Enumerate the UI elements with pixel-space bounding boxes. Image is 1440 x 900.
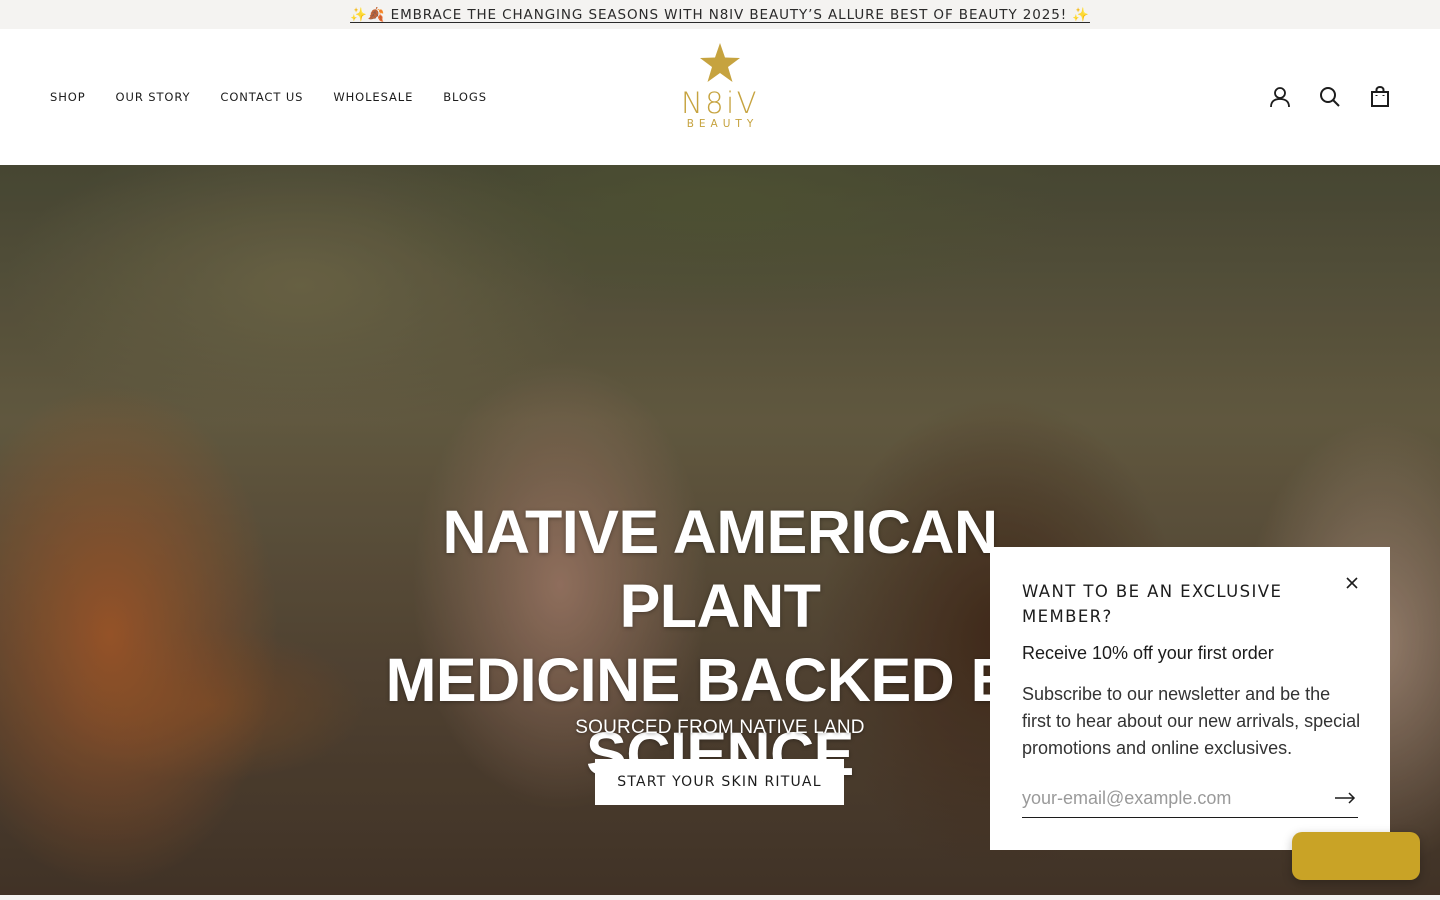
hero-headline-line: MEDICINE BACKED BY (385, 646, 1055, 714)
hero-headline-line: NATIVE AMERICAN PLANT (442, 498, 998, 640)
popup-title: WANT TO BE AN EXCLUSIVE MEMBER? (1022, 582, 1283, 626)
popup-description: Subscribe to our newsletter and be the f… (1022, 684, 1361, 758)
header-actions (1268, 29, 1392, 165)
cart-icon[interactable] (1368, 85, 1392, 109)
site-logo[interactable]: N8iV BEAUTY (670, 43, 770, 153)
newsletter-form (1022, 779, 1358, 818)
start-skin-ritual-button[interactable]: START YOUR SKIN RITUAL (595, 759, 844, 805)
popup-offer: Receive 10% off your first order (1022, 643, 1274, 663)
nav-item-our-story[interactable]: OUR STORY (116, 90, 191, 104)
nav-item-blogs[interactable]: BLOGS (443, 90, 487, 104)
nav-item-wholesale[interactable]: WHOLESALE (333, 90, 413, 104)
nav-item-shop[interactable]: SHOP (50, 90, 86, 104)
nav-item-contact-us[interactable]: CONTACT US (220, 90, 303, 104)
bottom-strip (0, 895, 1440, 900)
newsletter-popup: WANT TO BE AN EXCLUSIVE MEMBER? Receive … (990, 547, 1390, 850)
site-header: SHOP OUR STORY CONTACT US WHOLESALE BLOG… (0, 29, 1440, 165)
account-icon[interactable] (1268, 85, 1292, 109)
announcement-bar: ✨🍂 EMBRACE THE CHANGING SEASONS WITH N8I… (0, 0, 1440, 29)
search-icon[interactable] (1318, 85, 1342, 109)
arrow-right-icon[interactable] (1332, 788, 1358, 808)
main-nav: SHOP OUR STORY CONTACT US WHOLESALE BLOG… (50, 29, 517, 165)
announcement-link[interactable]: ✨🍂 EMBRACE THE CHANGING SEASONS WITH N8I… (350, 7, 1090, 23)
email-field[interactable] (1022, 781, 1332, 815)
hero-headline: NATIVE AMERICAN PLANT MEDICINE BACKED BY… (360, 495, 1080, 791)
hero-subheading: SOURCED FROM NATIVE LAND (575, 717, 865, 738)
close-icon[interactable] (1342, 573, 1362, 593)
chat-widget-button[interactable] (1292, 832, 1420, 880)
logo-wordmark: N8iV (680, 86, 760, 120)
star-logo-icon (700, 43, 740, 82)
